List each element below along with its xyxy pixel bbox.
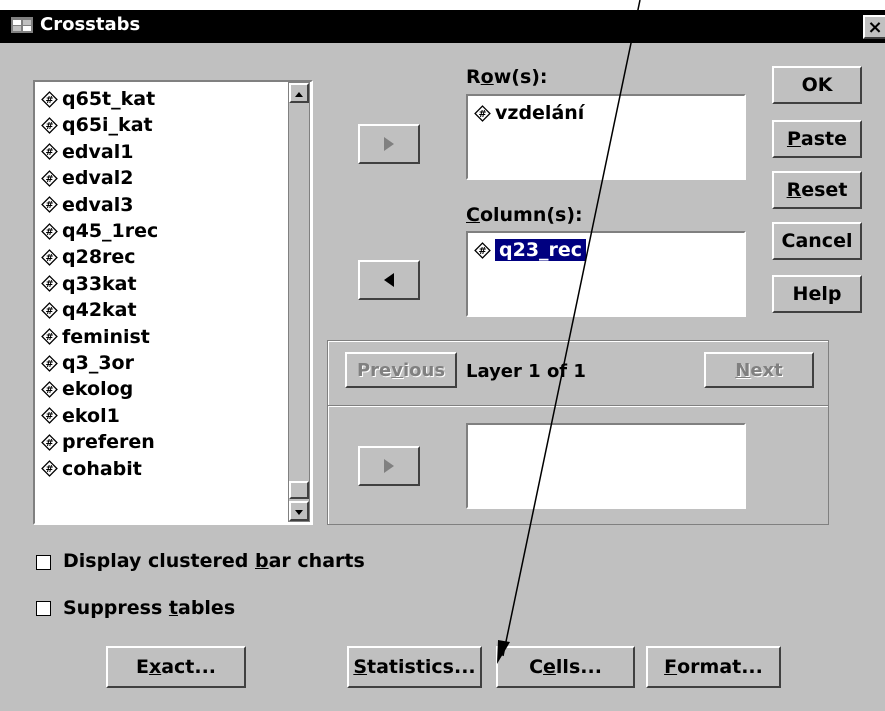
annotation-arrow: [497, 0, 641, 664]
